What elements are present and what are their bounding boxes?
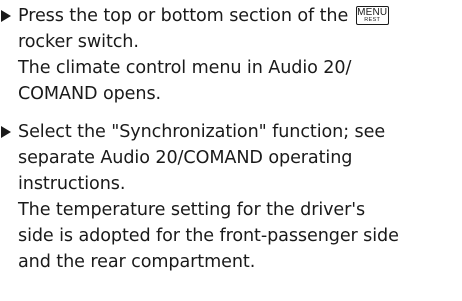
step-1-result-line-2: COMAND opens. [18, 84, 162, 104]
step-1-instruction-line-2: rocker switch. [18, 32, 139, 52]
step-2-instruction-line-3: instructions. [18, 174, 126, 194]
step-2-result-line-2: side is adopted for the front-passenger … [18, 226, 399, 246]
step-1-instruction-line-1: Press the top or bottom section of the [18, 6, 349, 26]
step-2-result-line-3: and the rear compartment. [18, 252, 256, 272]
menu-rocker-key-icon: MENU REST [355, 6, 389, 25]
step-2: Select the "Synchronization" function; s… [0, 119, 462, 275]
instruction-document: Press the top or bottom section of the M… [0, 0, 462, 301]
step-1: Press the top or bottom section of the M… [0, 3, 462, 107]
step-2-instruction-line-1: Select the "Synchronization" function; s… [18, 122, 386, 142]
step-2-result-line-1: The temperature setting for the driver's [18, 200, 366, 220]
step-2-instruction-line-2: separate Audio 20/COMAND operating [18, 148, 353, 168]
step-1-result-line-1: The climate control menu in Audio 20/ [18, 58, 352, 78]
bullet-arrow-icon [1, 126, 11, 138]
rest-key-sublabel: REST [364, 17, 381, 23]
bullet-arrow-icon [1, 10, 11, 22]
